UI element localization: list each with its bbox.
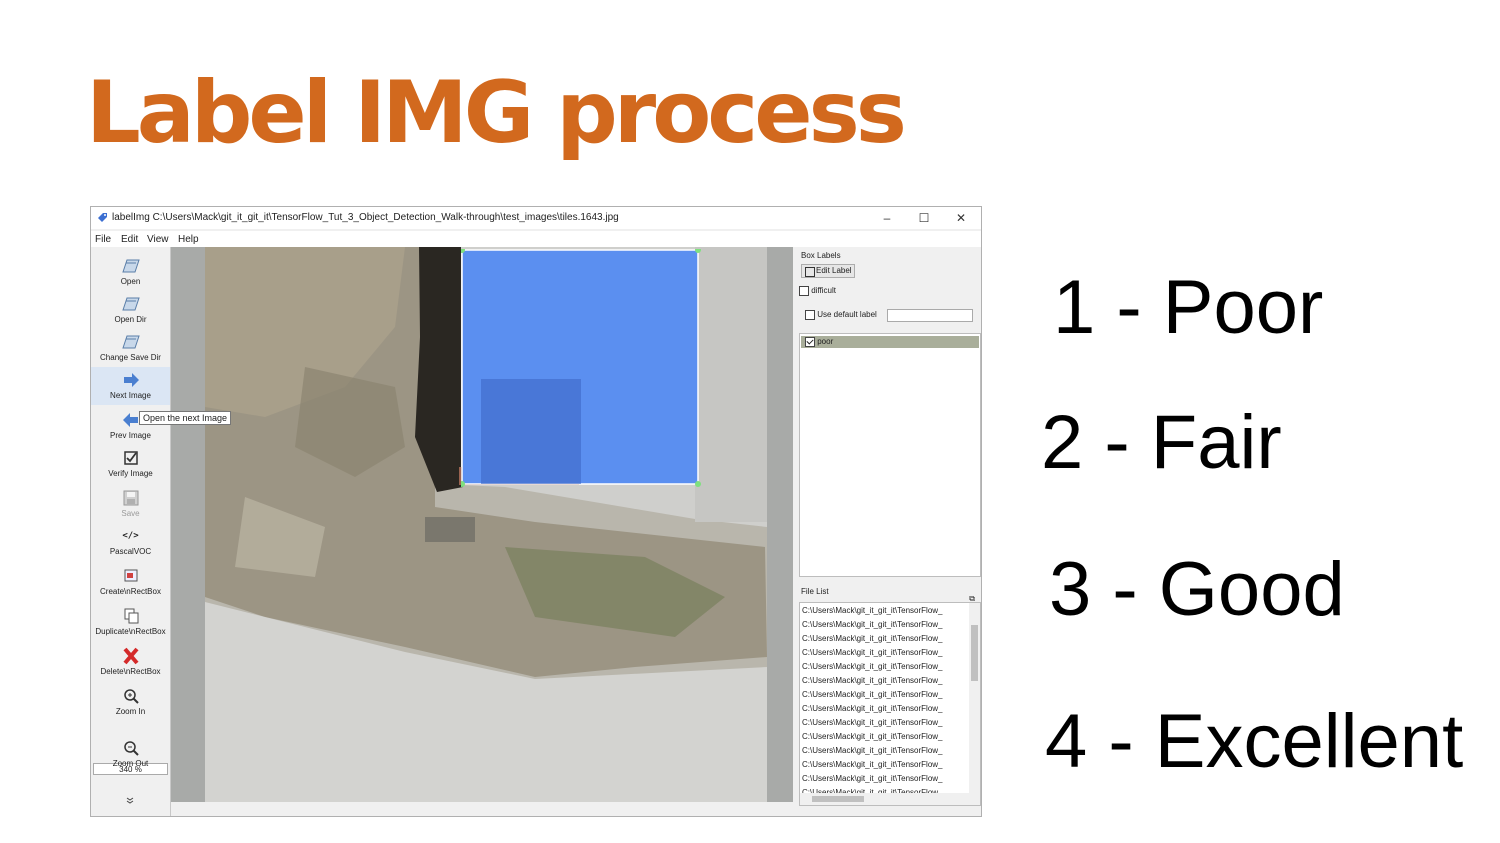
maximize-button[interactable]: ☐ [910,209,938,227]
menu-edit[interactable]: Edit [121,234,138,245]
use-default-label-row: Use default label [805,310,877,320]
folder-icon [121,297,140,311]
file-list-item[interactable]: C:\Users\Mack\git_it_git_it\TensorFlow_ [802,646,968,660]
scrollbar-thumb[interactable] [971,625,978,681]
file-list-horizontal-scrollbar[interactable] [800,793,980,805]
folder-icon [121,335,140,349]
zoom-in-icon [123,689,139,704]
open-button[interactable]: Open [91,257,170,286]
menu-view[interactable]: View [147,234,169,245]
zoom-out-icon [123,741,139,756]
file-list-item[interactable]: C:\Users\Mack\git_it_git_it\TensorFlow_ [802,688,968,702]
window-title: labelImg C:\Users\Mack\git_it_git_it\Ten… [112,212,619,223]
duplicate-icon [124,608,138,624]
file-list-item[interactable]: C:\Users\Mack\git_it_git_it\TensorFlow_ [802,604,968,618]
file-list-item[interactable]: C:\Users\Mack\git_it_git_it\TensorFlow_ [802,632,968,646]
toolbar: Open Open Dir Change Save Dir Next Image… [91,247,171,816]
zoom-out-button[interactable]: Zoom Out [91,739,170,768]
verify-image-button[interactable]: Verify Image [91,449,170,478]
scrollbar-thumb[interactable] [812,796,864,802]
create-rect-box-button[interactable]: Create\nRectBox [91,567,170,596]
arrow-left-icon [122,413,138,427]
rating-excellent: 4 - Excellent [1045,699,1464,784]
file-list-item[interactable]: C:\Users\Mack\git_it_git_it\TensorFlow_ [802,618,968,632]
file-list-header: File List [801,587,829,596]
change-save-dir-button[interactable]: Change Save Dir [91,333,170,362]
use-default-label-text: Use default label [817,310,877,320]
window-titlebar: labelImg C:\Users\Mack\git_it_git_it\Ten… [91,207,981,229]
file-list-vertical-scrollbar[interactable] [969,603,980,793]
file-list: C:\Users\Mack\git_it_git_it\TensorFlow_ … [799,602,981,806]
edit-label-button[interactable]: Edit Label [801,264,855,278]
difficult-row: difficult [799,286,836,296]
difficult-checkbox[interactable] [799,286,809,296]
rating-poor: 1 - Poor [1053,265,1324,350]
default-label-input[interactable] [887,309,973,322]
zoom-in-button[interactable]: Zoom In [91,687,170,716]
label-item[interactable]: poor [801,336,979,348]
delete-x-icon [122,647,139,665]
floppy-disk-icon [123,490,138,506]
pascal-voc-button[interactable]: </> PascalVOC [91,527,170,556]
file-list-item[interactable]: C:\Users\Mack\git_it_git_it\TensorFlow_ [802,744,968,758]
use-default-label-checkbox[interactable] [805,310,815,320]
file-list-item[interactable]: C:\Users\Mack\git_it_git_it\TensorFlow_ [802,758,968,772]
rating-good: 3 - Good [1049,547,1345,632]
file-list-item[interactable]: C:\Users\Mack\git_it_git_it\TensorFlow_ [802,702,968,716]
delete-rect-box-button[interactable]: Delete\nRectBox [91,647,170,676]
menu-help[interactable]: Help [178,234,199,245]
open-dir-button[interactable]: Open Dir [91,295,170,324]
difficult-label: difficult [811,286,836,296]
label-visible-checkbox[interactable] [805,336,815,347]
file-list-item[interactable]: C:\Users\Mack\git_it_git_it\TensorFlow_ [802,730,968,744]
minimize-button[interactable]: – [873,209,901,227]
close-button[interactable]: ✕ [947,209,975,227]
labelimg-window: labelImg C:\Users\Mack\git_it_git_it\Ten… [90,206,982,817]
tooltip: Open the next Image [139,411,232,425]
slide-title: Label IMG process [86,63,907,163]
arrow-right-icon [123,373,139,387]
next-image-button[interactable]: Next Image [91,367,170,405]
code-icon: </> [122,531,139,541]
label-list: poor [799,333,981,577]
labelimg-app-icon [98,213,107,222]
rating-fair: 2 - Fair [1041,400,1282,485]
file-list-item[interactable]: C:\Users\Mack\git_it_git_it\TensorFlow_ [802,674,968,688]
file-list-item[interactable]: C:\Users\Mack\git_it_git_it\TensorFlow_ [802,660,968,674]
create-box-icon [124,569,137,582]
edit-pen-icon [805,267,815,277]
duplicate-rect-box-button[interactable]: Duplicate\nRectBox [91,607,170,636]
box-labels-header: Box Labels [801,251,841,260]
image-canvas[interactable] [171,247,793,802]
bounding-box[interactable] [461,249,701,487]
folder-icon [121,259,140,273]
right-panel: Box Labels Edit Label difficult Use defa… [797,247,981,816]
menu-file[interactable]: File [95,234,111,245]
save-button[interactable]: Save [91,489,170,518]
file-list-item[interactable]: C:\Users\Mack\git_it_git_it\TensorFlow_ [802,716,968,730]
checkbox-check-icon [123,451,138,465]
menu-bar: File Edit View Help [91,231,981,247]
toolbar-expand-icon[interactable] [126,796,134,804]
file-list-item[interactable]: C:\Users\Mack\git_it_git_it\TensorFlow_ [802,772,968,786]
